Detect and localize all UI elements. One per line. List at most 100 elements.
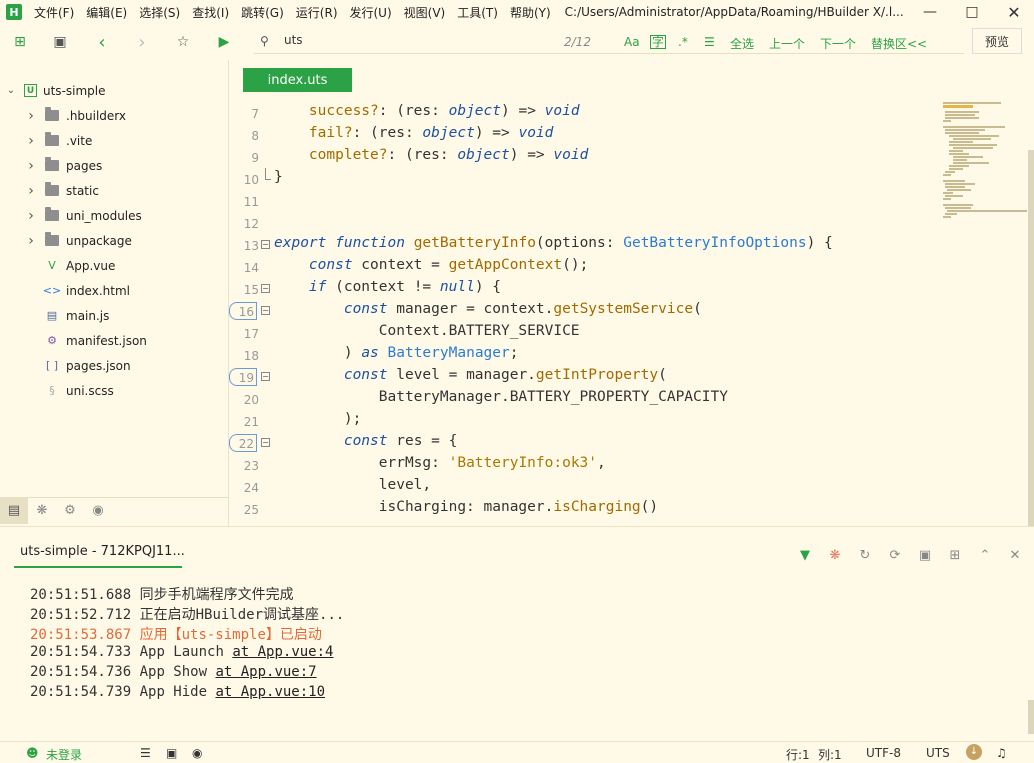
code-line[interactable]: 14 const context = getAppContext(); [229,256,939,278]
menu-item[interactable]: 工具(T) [457,4,498,21]
tree-item-folder[interactable]: › static [0,178,228,203]
tree-item-folder[interactable]: › unpackage [0,228,228,253]
tree-item-scss[interactable]: § uni.scss [0,378,228,403]
stop-icon[interactable]: ▣ [916,546,934,564]
cursor-col[interactable]: 列:1 [818,746,842,763]
in-selection-icon[interactable]: ☰ [704,35,715,49]
menu-item[interactable]: 视图(V) [404,4,446,21]
menu-item[interactable]: 查找(I) [192,4,229,21]
code-line[interactable]: 7 success?: (res: object) => void [229,102,939,124]
code-token: (); [562,257,589,273]
search-input[interactable] [284,33,484,47]
tree-item-html[interactable]: <> index.html [0,278,228,303]
star-icon[interactable]: ☆ [175,34,191,50]
source-control-icon[interactable]: ⚙ [56,498,84,524]
code-line[interactable]: 21 ); [229,410,939,432]
project-root[interactable]: ⌄ U uts-simple [0,78,228,103]
code-line[interactable]: 18 ) as BatteryManager; [229,344,939,366]
code-line[interactable]: 25 isCharging: manager.isCharging() [229,498,939,520]
match-case-button[interactable]: Aa [624,35,640,49]
code-line[interactable]: 10} [229,168,939,190]
code-line[interactable]: 15− if (context != null) { [229,278,939,300]
forward-icon[interactable]: › [134,32,150,53]
code-line[interactable]: 20 BatteryManager.BATTERY_PROPERTY_CAPAC… [229,388,939,410]
filter-icon[interactable]: ▼ [796,546,814,564]
log-source-link[interactable]: at App.vue:10 [215,684,325,700]
run-icon[interactable]: ▶ [216,34,232,50]
code-line[interactable]: 12 [229,212,939,234]
new-file-icon[interactable]: ⊞ [12,34,28,50]
code-line[interactable]: 9 complete?: (res: object) => void [229,146,939,168]
tree-item-folder[interactable]: › .vite [0,128,228,153]
clear-icon[interactable]: ⊞ [946,546,964,564]
outline-icon[interactable]: ☰ [140,746,151,760]
code-line[interactable]: 22− const res = { [229,432,939,454]
minimize-icon[interactable]: — [910,0,950,24]
code-editor[interactable]: 7 success?: (res: object) => void 8 fail?… [229,102,939,526]
replace-toggle-button[interactable]: 替换区<< [871,35,927,52]
fold-toggle-icon[interactable]: − [261,284,270,293]
language-mode[interactable]: UTS [926,746,950,760]
code-line[interactable]: 16− const manager = context.getSystemSer… [229,300,939,322]
download-icon[interactable]: ↓ [966,744,982,760]
console-scrollbar[interactable] [1028,700,1034,734]
chevron-up-icon[interactable]: ⌃ [976,546,994,564]
menu-item[interactable]: 跳转(G) [241,4,284,21]
fold-toggle-icon[interactable]: − [261,306,270,315]
menu-item[interactable]: 运行(R) [296,4,338,21]
minimap-line [949,144,997,146]
plugin-status-icon[interactable]: ◉ [192,746,202,760]
tree-item-folder[interactable]: › uni_modules [0,203,228,228]
code-line[interactable]: 17 Context.BATTERY_SERVICE [229,322,939,344]
debug-tab-icon[interactable]: ❋ [28,498,56,524]
menu-item[interactable]: 发行(U) [350,4,392,21]
project-tab-icon[interactable]: ▤ [0,497,28,524]
tree-item-folder[interactable]: › pages [0,153,228,178]
tree-item-vue[interactable]: V App.vue [0,253,228,278]
select-all-button[interactable]: 全选 [730,35,754,52]
cursor-row[interactable]: 行:1 [786,746,810,763]
tree-item-js[interactable]: ▤ main.js [0,303,228,328]
terminal-icon[interactable]: ▣ [166,746,177,760]
regex-button[interactable]: .* [678,35,688,49]
console-tab[interactable]: uts-simple - 712KPQJ11... [14,544,185,568]
code-line[interactable]: 19− const level = manager.getIntProperty… [229,366,939,388]
preview-button[interactable]: 预览 [972,28,1022,54]
minimap[interactable] [939,100,1034,524]
log-source-link[interactable]: at App.vue:7 [215,664,316,680]
editor-scrollbar[interactable] [1028,150,1034,526]
tab-index-uts[interactable]: index.uts [243,68,352,92]
whole-word-button[interactable]: 字 [650,35,667,49]
fold-toggle-icon[interactable]: − [261,438,270,447]
login-status[interactable]: 未登录 [46,746,82,763]
menu-item[interactable]: 文件(F) [34,4,74,21]
log-source-link[interactable]: at App.vue:4 [232,644,333,660]
code-line[interactable]: 23 errMsg: 'BatteryInfo:ok3', [229,454,939,476]
tree-item-json[interactable]: ⚙ manifest.json [0,328,228,353]
code-line[interactable]: 8 fail?: (res: object) => void [229,124,939,146]
bug-icon[interactable]: ❋ [826,546,844,564]
menu-item[interactable]: 帮助(Y) [510,4,551,21]
plugin-icon[interactable]: ◉ [84,498,112,524]
tree-item-json[interactable]: [ ] pages.json [0,353,228,378]
restart-icon[interactable]: ↻ [856,546,874,564]
back-icon[interactable]: ‹ [94,32,110,53]
maximize-icon[interactable]: □ [952,0,992,24]
code-line[interactable]: 11 [229,190,939,212]
tree-item-folder[interactable]: › .hbuilderx [0,103,228,128]
menu-item[interactable]: 选择(S) [139,4,180,21]
next-match-button[interactable]: 下一个 [820,35,856,52]
fold-toggle-icon[interactable]: − [261,372,270,381]
save-icon[interactable]: ▣ [52,34,68,50]
reload-icon[interactable]: ⟳ [886,546,904,564]
bell-icon[interactable]: ♫ [996,746,1007,760]
close-console-icon[interactable]: ✕ [1006,546,1024,564]
code-line[interactable]: 24 level, [229,476,939,498]
line-number: 24 [243,481,259,495]
prev-match-button[interactable]: 上一个 [769,35,805,52]
fold-toggle-icon[interactable]: − [261,240,270,249]
code-line[interactable]: 13− export function getBatteryInfo(option… [229,234,939,256]
encoding[interactable]: UTF-8 [866,746,901,760]
close-icon[interactable]: ✕ [994,0,1034,24]
menu-item[interactable]: 编辑(E) [86,4,127,21]
